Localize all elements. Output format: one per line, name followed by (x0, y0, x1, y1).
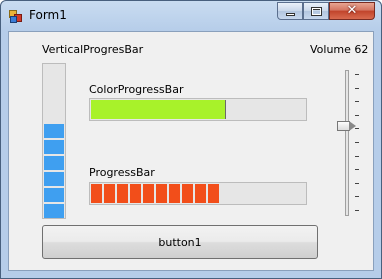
trackbar-tick (355, 210, 359, 211)
vertical-progress-segment (44, 204, 64, 218)
maximize-button[interactable] (303, 2, 329, 20)
volume-label: Volume 62 (310, 43, 369, 56)
form-window: Form1 ✕ VerticalProgresBar Volume 62 Col… (0, 0, 382, 279)
color-progress-fill (91, 100, 226, 119)
progress-segment (195, 184, 206, 203)
trackbar-thumb[interactable] (337, 121, 357, 131)
trackbar-tick (355, 169, 359, 170)
form-client-area: VerticalProgresBar Volume 62 ColorProgre… (8, 31, 374, 271)
progress-segment (208, 184, 219, 203)
progress-segment (130, 184, 141, 203)
form-app-icon (9, 10, 23, 23)
progress-segment (156, 184, 167, 203)
window-title: Form1 (29, 8, 67, 22)
vertical-progress-segment (44, 124, 64, 138)
progress-label: ProgressBar (89, 166, 155, 179)
vertical-progress-bar (42, 63, 66, 219)
trackbar-tick (355, 128, 359, 129)
title-bar[interactable]: Form1 ✕ (1, 1, 381, 31)
maximize-icon (311, 7, 322, 16)
trackbar-tick (355, 74, 359, 75)
color-progress-label: ColorProgressBar (89, 83, 184, 96)
trackbar-tick (355, 183, 359, 184)
vertical-progress-segment (44, 156, 64, 170)
button1[interactable]: button1 (42, 225, 318, 259)
color-progress-bar (89, 98, 307, 121)
minimize-button[interactable] (277, 2, 303, 20)
trackbar-tick (355, 88, 359, 89)
progress-segment (91, 184, 102, 203)
trackbar-track (345, 70, 349, 216)
vertical-progress-label: VerticalProgresBar (42, 43, 144, 56)
trackbar-tick (355, 142, 359, 143)
close-icon: ✕ (346, 3, 358, 18)
volume-trackbar[interactable] (333, 70, 363, 216)
vertical-progress-segment (44, 172, 64, 186)
trackbar-tick (355, 156, 359, 157)
progress-segment (104, 184, 115, 203)
progress-segment (143, 184, 154, 203)
progress-segment (117, 184, 128, 203)
progress-segment (169, 184, 180, 203)
close-button[interactable]: ✕ (329, 2, 375, 20)
progress-segment (182, 184, 193, 203)
vertical-progress-segment (44, 188, 64, 202)
progress-bar (89, 182, 307, 205)
trackbar-tick (355, 101, 359, 102)
trackbar-tick (355, 196, 359, 197)
minimize-icon (286, 13, 295, 16)
vertical-progress-segment (44, 140, 64, 154)
trackbar-tick (355, 115, 359, 116)
